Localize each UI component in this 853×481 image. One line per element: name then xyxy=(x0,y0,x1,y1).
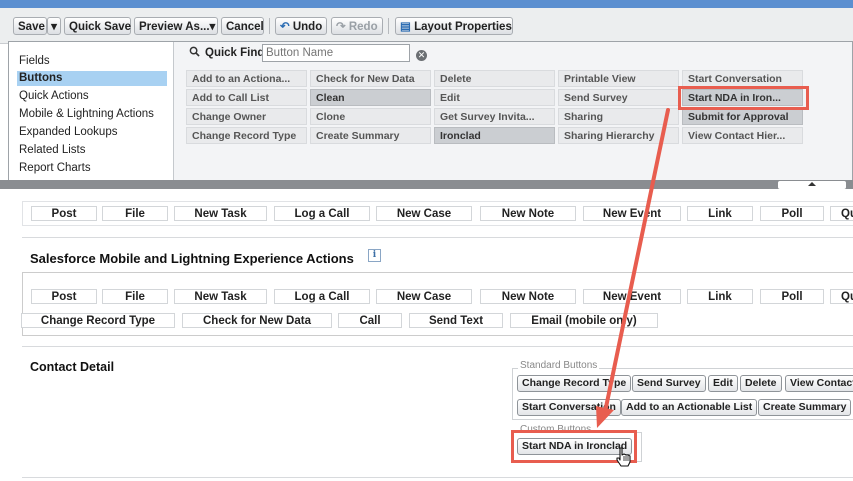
annotation-arrow xyxy=(596,108,670,428)
section-divider xyxy=(22,477,853,478)
